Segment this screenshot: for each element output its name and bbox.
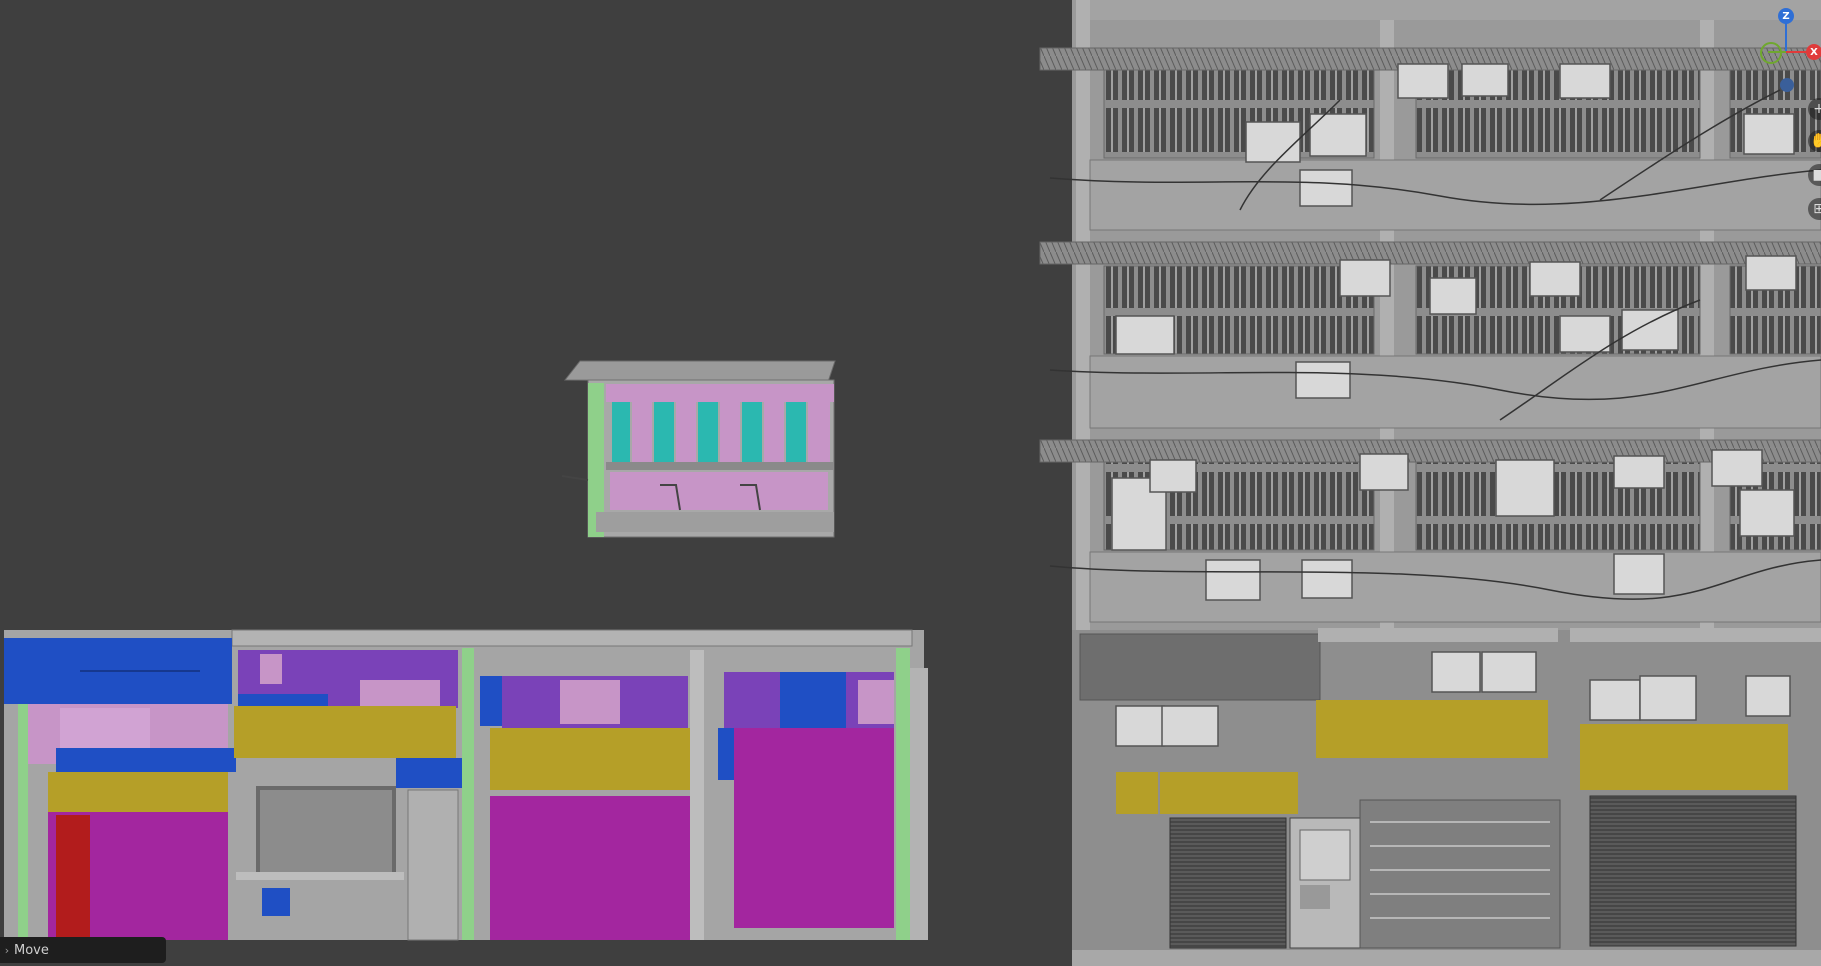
operator-label: Move (14, 942, 49, 958)
gizmo-x-axis[interactable]: X (1806, 44, 1821, 60)
last-operator-panel[interactable]: › Move (0, 937, 166, 963)
scene-render[interactable] (0, 0, 1821, 966)
3d-viewport[interactable]: Z X Y + ✋ ■ ⊞ › Move (0, 0, 1821, 966)
navigation-gizmo[interactable]: Z X Y (1748, 0, 1821, 96)
floating-facade-module[interactable] (561, 360, 836, 538)
apartment-building-clay[interactable] (1039, 0, 1821, 966)
colored-shopfront-block[interactable] (4, 629, 928, 941)
gizmo-z-axis[interactable]: Z (1778, 8, 1794, 24)
chevron-right-icon[interactable]: › (0, 944, 14, 957)
gizmo-y-axis[interactable]: Y (1760, 42, 1782, 64)
gizmo-neg-z-axis[interactable] (1780, 78, 1794, 92)
hand-pan-icon[interactable]: ✋ (1808, 130, 1821, 152)
